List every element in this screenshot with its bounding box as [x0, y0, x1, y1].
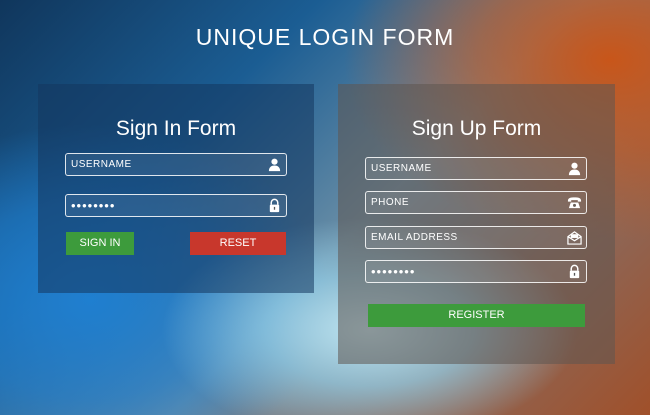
signin-title: Sign In Form [115, 117, 237, 140]
signup-email-input[interactable] [371, 227, 561, 248]
signin-username-field [65, 153, 287, 176]
user-icon [568, 162, 581, 176]
page-title: UNIQUE LOGIN FORM [195, 24, 455, 50]
signup-phone-field [365, 191, 587, 214]
lock-icon [569, 264, 580, 279]
signup-password-field [365, 260, 587, 283]
signin-button[interactable]: SIGN IN [66, 232, 134, 255]
envelope-icon [567, 231, 582, 245]
signup-username-input[interactable] [371, 158, 561, 179]
reset-button[interactable]: RESET [190, 232, 286, 255]
lock-icon [269, 198, 280, 213]
signup-password-input[interactable] [371, 261, 561, 282]
signup-panel: Sign Up Form REGISTER [338, 84, 615, 364]
signup-username-field [365, 157, 587, 180]
signup-title: Sign Up Form [411, 117, 542, 140]
signup-phone-input[interactable] [371, 192, 561, 213]
signin-password-input[interactable] [71, 195, 261, 216]
register-button[interactable]: REGISTER [368, 304, 585, 327]
signin-password-field [65, 194, 287, 217]
user-icon [268, 158, 281, 172]
signin-panel: Sign In Form SIGN IN RESET [38, 84, 314, 293]
signup-email-field [365, 226, 587, 249]
signin-username-input[interactable] [71, 154, 261, 175]
phone-icon [567, 197, 582, 209]
